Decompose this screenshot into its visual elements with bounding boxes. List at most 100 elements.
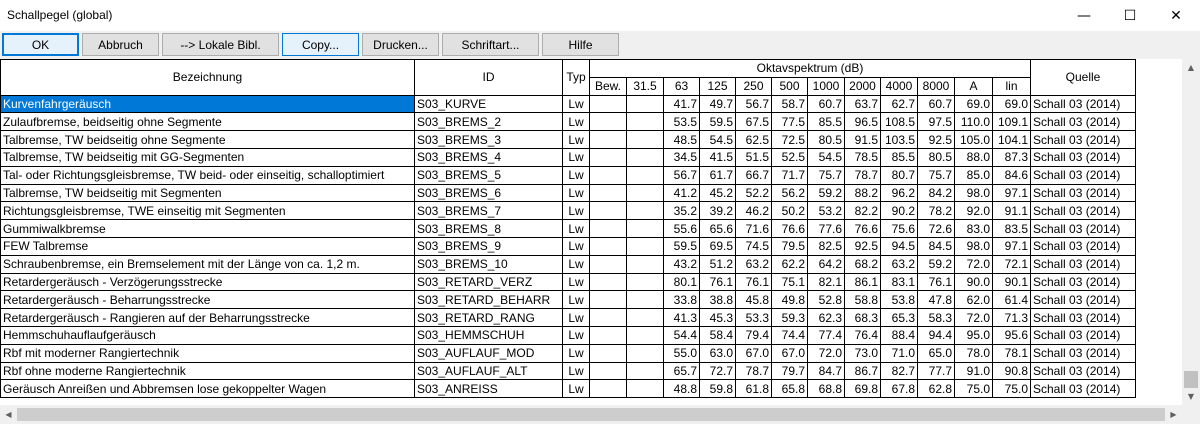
table-row[interactable]: FEW Talbremse S03_BREMS_9 Lw 59.5 69.5 74.5 79… (0, 236, 1136, 256)
cell-id[interactable]: S03_BREMS_2 (414, 112, 563, 132)
table-row[interactable]: Hemmschuhauflaufgeräusch S03_HEMMSCHUH Lw 5… (0, 325, 1136, 345)
cell-f125[interactable]: 39.2 (699, 201, 736, 221)
cell-bezeichnung[interactable]: Retardergeräusch - Beharrungsstrecke (0, 290, 415, 310)
cell-a[interactable]: 95.0 (954, 325, 993, 345)
cell-f500[interactable]: 76.6 (771, 219, 808, 238)
subheader-6[interactable]: 1000 (807, 76, 845, 96)
cell-f1000[interactable]: 77.4 (807, 325, 845, 345)
cell-f1000[interactable]: 59.2 (807, 183, 845, 203)
cell-f63[interactable]: 56.7 (663, 165, 700, 185)
cell-id[interactable]: S03_BREMS_4 (414, 147, 563, 167)
cell-typ[interactable]: Lw (562, 254, 590, 274)
cell-f2000[interactable]: 63.7 (844, 94, 881, 114)
cell-f250[interactable]: 62.5 (735, 130, 772, 149)
cell-quelle[interactable]: Schall 03 (2014) (1030, 147, 1136, 167)
cell-f63[interactable]: 55.6 (663, 219, 700, 238)
cell-quelle[interactable]: Schall 03 (2014) (1030, 130, 1136, 149)
close-button[interactable]: ✕ (1153, 0, 1199, 31)
cell-f8000[interactable]: 84.5 (917, 236, 955, 256)
cell-f63[interactable]: 48.8 (663, 379, 700, 399)
cell-f8000[interactable]: 65.0 (917, 343, 955, 363)
cell-f31[interactable] (626, 325, 664, 345)
cell-quelle[interactable]: Schall 03 (2014) (1030, 219, 1136, 238)
subheader-8[interactable]: 4000 (880, 76, 918, 96)
cell-f8000[interactable]: 80.5 (917, 147, 955, 167)
cell-f2000[interactable]: 76.6 (844, 219, 881, 238)
cell-lin[interactable]: 72.1 (992, 254, 1031, 274)
cell-f1000[interactable]: 62.3 (807, 308, 845, 327)
cell-f4000[interactable]: 108.5 (880, 112, 918, 132)
cell-quelle[interactable]: Schall 03 (2014) (1030, 343, 1136, 363)
cell-id[interactable]: S03_HEMMSCHUH (414, 325, 563, 345)
cell-quelle[interactable]: Schall 03 (2014) (1030, 201, 1136, 221)
hilfe-button[interactable]: Hilfe (542, 33, 619, 56)
cell-lin[interactable]: 78.1 (992, 343, 1031, 363)
subheader-11[interactable]: lin (992, 76, 1031, 96)
schriftart-button[interactable]: Schriftart... (442, 33, 539, 56)
header-id[interactable]: ID (414, 59, 563, 96)
subheader-10[interactable]: A (954, 76, 993, 96)
cell-typ[interactable]: Lw (562, 130, 590, 149)
cell-f4000[interactable]: 83.1 (880, 272, 918, 292)
cell-f1000[interactable]: 54.5 (807, 147, 845, 167)
cell-f250[interactable]: 46.2 (735, 201, 772, 221)
cell-f500[interactable]: 56.2 (771, 183, 808, 203)
cell-f125[interactable]: 54.5 (699, 130, 736, 149)
cell-f500[interactable]: 62.2 (771, 254, 808, 274)
cell-f1000[interactable]: 60.7 (807, 94, 845, 114)
cell-f2000[interactable]: 82.2 (844, 201, 881, 221)
cell-bew[interactable] (589, 201, 627, 221)
data-grid[interactable]: Bezeichnung ID Typ Oktavspektrum (dB) Qu… (0, 59, 1182, 405)
cell-f8000[interactable]: 94.4 (917, 325, 955, 345)
cell-f2000[interactable]: 73.0 (844, 343, 881, 363)
cell-quelle[interactable]: Schall 03 (2014) (1030, 236, 1136, 256)
cell-f31[interactable] (626, 290, 664, 310)
cell-f63[interactable]: 41.7 (663, 94, 700, 114)
cell-f1000[interactable]: 64.2 (807, 254, 845, 274)
cell-quelle[interactable]: Schall 03 (2014) (1030, 379, 1136, 399)
cell-f8000[interactable]: 75.7 (917, 165, 955, 185)
cell-a[interactable]: 78.0 (954, 343, 993, 363)
cell-f63[interactable]: 41.3 (663, 308, 700, 327)
cell-f500[interactable]: 67.0 (771, 343, 808, 363)
cell-lin[interactable]: 61.4 (992, 290, 1031, 310)
header-bezeichnung[interactable]: Bezeichnung (0, 59, 415, 96)
cell-bezeichnung[interactable]: Rbf ohne moderne Rangiertechnik (0, 361, 415, 381)
cell-f125[interactable]: 59.5 (699, 112, 736, 132)
horizontal-scroll-thumb[interactable] (17, 408, 1165, 421)
cell-f250[interactable]: 71.6 (735, 219, 772, 238)
cell-f125[interactable]: 59.8 (699, 379, 736, 399)
cell-lin[interactable]: 91.1 (992, 201, 1031, 221)
cell-f500[interactable]: 52.5 (771, 147, 808, 167)
cell-f8000[interactable]: 47.8 (917, 290, 955, 310)
cell-f31[interactable] (626, 147, 664, 167)
table-row[interactable]: Talbremse, TW beidseitig ohne Segmente S0… (0, 130, 1136, 149)
header-typ[interactable]: Typ (562, 59, 590, 96)
cell-lin[interactable]: 95.6 (992, 325, 1031, 345)
cell-f31[interactable] (626, 94, 664, 114)
cell-a[interactable]: 98.0 (954, 183, 993, 203)
cell-quelle[interactable]: Schall 03 (2014) (1030, 308, 1136, 327)
cell-bezeichnung[interactable]: Gummiwalkbremse (0, 219, 415, 238)
cell-typ[interactable]: Lw (562, 272, 590, 292)
cell-quelle[interactable]: Schall 03 (2014) (1030, 290, 1136, 310)
cell-id[interactable]: S03_BREMS_5 (414, 165, 563, 185)
cell-f500[interactable]: 71.7 (771, 165, 808, 185)
copy-button[interactable]: Copy... (282, 33, 359, 56)
header-quelle[interactable]: Quelle (1030, 59, 1136, 96)
cell-id[interactable]: S03_BREMS_3 (414, 130, 563, 149)
cell-bew[interactable] (589, 165, 627, 185)
cell-f31[interactable] (626, 236, 664, 256)
cell-f63[interactable]: 43.2 (663, 254, 700, 274)
cell-id[interactable]: S03_AUFLAUF_ALT (414, 361, 563, 381)
cell-f125[interactable]: 45.3 (699, 308, 736, 327)
cell-id[interactable]: S03_BREMS_7 (414, 201, 563, 221)
cell-typ[interactable]: Lw (562, 147, 590, 167)
cell-bezeichnung[interactable]: Tal- oder Richtungsgleisbremse, TW beid-… (0, 165, 415, 185)
cell-f125[interactable]: 51.2 (699, 254, 736, 274)
cell-f4000[interactable]: 103.5 (880, 130, 918, 149)
cell-bezeichnung[interactable]: Richtungsgleisbremse, TWE einseitig mit … (0, 201, 415, 221)
subheader-0[interactable]: Bew. (589, 76, 627, 96)
cell-a[interactable]: 88.0 (954, 147, 993, 167)
cell-lin[interactable]: 69.0 (992, 94, 1031, 114)
